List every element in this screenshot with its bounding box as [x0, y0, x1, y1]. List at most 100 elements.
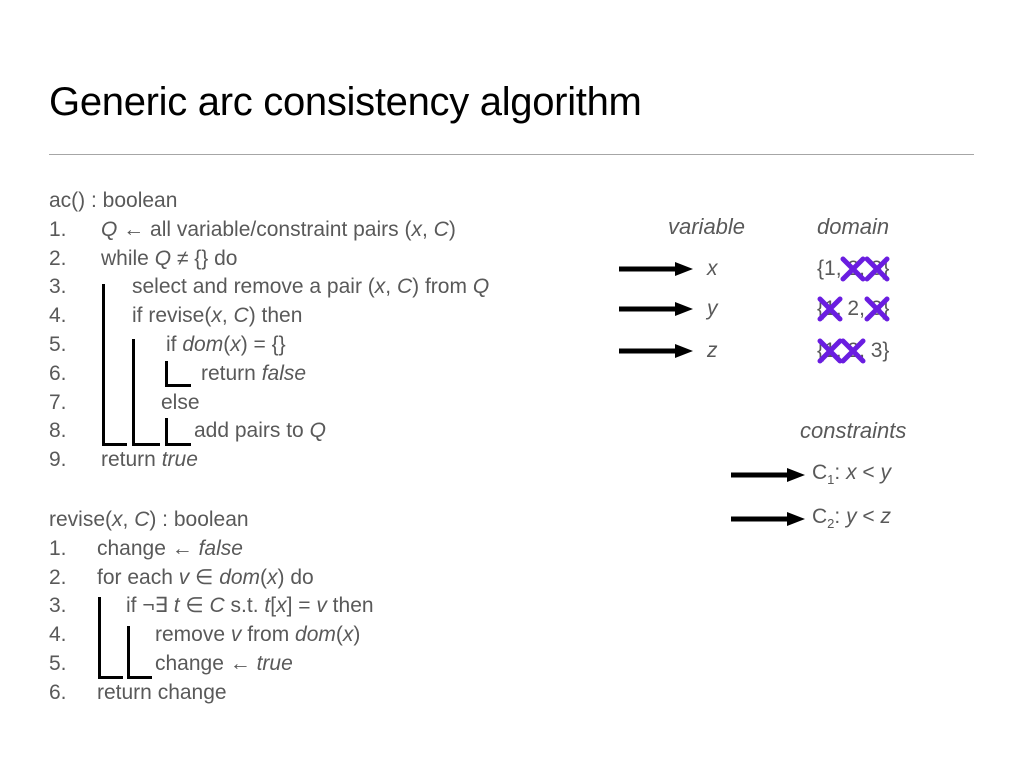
code-fragment: ] = — [286, 594, 317, 618]
domain-header: domain — [817, 214, 890, 239]
line-number: 4. — [49, 623, 67, 647]
line-number: 7. — [49, 390, 67, 414]
domain-value-removed: 3 — [864, 296, 890, 322]
revise-loop-bracket — [98, 597, 101, 679]
code-fragment: return change — [97, 680, 227, 704]
domain-value: 2 — [847, 297, 860, 320]
line-text: if ¬∃ t ∈ C s.t. t[x] = v then — [126, 592, 374, 621]
code-fragment: < — [856, 461, 881, 484]
line-text: else — [161, 389, 200, 418]
code-fragment: ) — [448, 217, 456, 241]
code-fragment: ∈ — [179, 594, 210, 618]
constraint-colon: : — [834, 505, 847, 528]
constraints-header: constraints — [800, 418, 907, 443]
code-fragment: true — [256, 651, 293, 675]
line-number: 4. — [49, 304, 67, 328]
code-fragment: < — [856, 505, 881, 528]
code-fragment: x — [112, 508, 123, 531]
domain-value: 3 — [870, 339, 883, 362]
ac-loop-bracket-foot — [102, 443, 127, 446]
line-number: 2. — [49, 246, 67, 270]
code-fragment: ) then — [248, 304, 303, 328]
code-fragment: ( — [260, 565, 268, 589]
code-fragment: x — [230, 332, 241, 356]
code-fragment: , — [385, 275, 397, 299]
title-divider — [49, 154, 974, 155]
code-fragment: Q — [309, 419, 326, 443]
line-text: Q ← all variable/constraint pairs (x, C) — [101, 216, 456, 245]
cross-out-icon — [840, 338, 866, 364]
domain-set: {1, 2, 3} — [817, 338, 890, 364]
line-text: change ← true — [155, 650, 293, 679]
line-number: 6. — [49, 680, 67, 704]
code-fragment: false — [198, 536, 243, 560]
line-text: return false — [201, 360, 306, 389]
domain-value-removed: 1 — [817, 338, 843, 364]
code-fragment: ) do — [277, 565, 314, 589]
line-text: if dom(x) = {} — [166, 331, 286, 360]
code-fragment: if ¬∃ — [126, 594, 174, 618]
line-text: if revise(x, C) then — [132, 302, 302, 331]
code-fragment: dom — [182, 332, 224, 356]
line-number: 1. — [49, 536, 67, 560]
code-fragment: y — [880, 461, 892, 484]
arrow-right-icon — [731, 512, 805, 526]
code-fragment: add pairs to — [194, 419, 310, 443]
line-text: add pairs to Q — [194, 417, 326, 446]
line-number: 5. — [49, 651, 67, 675]
line-number: 6. — [49, 361, 67, 385]
code-fragment: ( — [335, 623, 343, 647]
line-number: 1. — [49, 217, 67, 241]
code-fragment: z — [880, 505, 892, 528]
cross-out-icon — [817, 296, 843, 322]
constraint-colon: : — [834, 461, 847, 484]
code-fragment: change ← — [97, 536, 199, 560]
code-fragment: C — [396, 275, 413, 299]
code-fragment: dom — [219, 565, 261, 589]
code-fragment: ) : boolean — [149, 508, 249, 531]
code-fragment: , — [421, 217, 434, 241]
code-fragment: Q — [472, 275, 490, 299]
code-fragment: ≠ {} do — [171, 246, 238, 270]
revise-signature-text: revise(x, C) : boolean — [49, 506, 249, 535]
arrow-right-icon — [619, 344, 693, 358]
code-fragment: x — [267, 565, 278, 589]
variable-name: y — [707, 297, 718, 320]
code-fragment: x — [374, 275, 386, 299]
variable-name: z — [707, 339, 718, 362]
domain-value-removed: 2 — [840, 338, 866, 364]
code-fragment: y — [846, 505, 857, 528]
ac-loop-bracket — [102, 284, 105, 446]
code-fragment: x — [411, 217, 422, 241]
code-fragment: x — [342, 623, 354, 647]
code-fragment: v — [316, 594, 327, 618]
line-number: 3. — [49, 594, 67, 618]
line-text: change ← false — [97, 535, 243, 564]
code-fragment: change ← — [155, 651, 257, 675]
revise-loop-bracket-foot — [98, 676, 123, 679]
code-fragment: C — [433, 217, 449, 241]
ac-else-bracket — [165, 418, 168, 446]
cross-out-icon — [840, 256, 866, 282]
arrow-right-icon — [731, 468, 805, 482]
line-text: remove v from dom(x) — [155, 621, 360, 650]
ac-else-bracket-foot — [165, 443, 191, 446]
code-fragment: v — [230, 623, 242, 647]
line-text: select and remove a pair (x, C) from Q — [132, 273, 489, 302]
domain-set: {1, 2, 3} — [817, 256, 890, 282]
line-text: for each v ∈ dom(x) do — [97, 564, 314, 593]
code-fragment: while — [101, 246, 155, 270]
cross-out-icon — [864, 296, 890, 322]
constraint-name: C — [812, 505, 828, 528]
line-text: return true — [101, 446, 198, 475]
line-number: 8. — [49, 419, 67, 443]
code-fragment: C — [209, 594, 225, 618]
constraint-item: C2: y < z — [812, 505, 891, 531]
variable-header: variable — [668, 214, 746, 239]
code-fragment: select and remove a pair ( — [132, 275, 375, 299]
code-fragment: if — [166, 332, 183, 356]
code-fragment: if revise( — [132, 304, 212, 328]
domain-value-removed: 1 — [817, 296, 843, 322]
line-number: 5. — [49, 332, 67, 356]
code-fragment: C — [233, 304, 249, 328]
